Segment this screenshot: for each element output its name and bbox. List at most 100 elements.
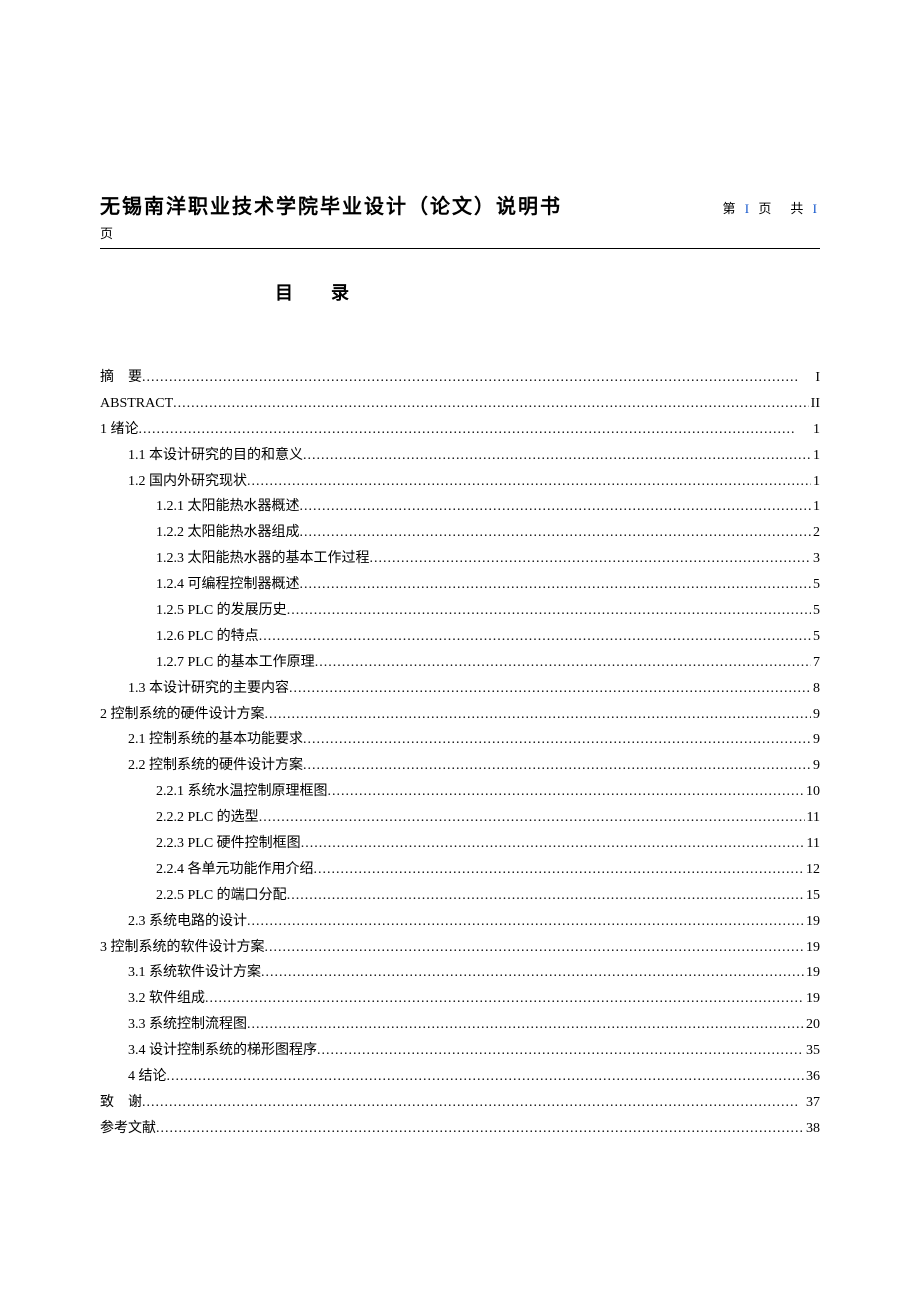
toc-entry-label: 1.2.7 PLC 的基本工作原理 (156, 650, 315, 676)
toc-entry-label: 1.2.1 太阳能热水器概述 (156, 494, 300, 520)
toc-entry-page: 9 (811, 753, 820, 779)
toc-entry-label: 2.2.5 PLC 的端口分配 (156, 883, 287, 909)
toc-leader-dots (303, 443, 811, 469)
toc-entry-label: 1.2.3 太阳能热水器的基本工作过程 (156, 546, 370, 572)
toc-entry-page: 5 (811, 598, 820, 624)
page-current: I (745, 201, 752, 216)
toc-entry-label: 1.2.2 太阳能热水器组成 (156, 520, 300, 546)
toc-entry-label: 1 绪论 (100, 417, 139, 443)
toc-title: 目 录 (275, 279, 820, 305)
toc-entry-label: 参考文献 (100, 1116, 156, 1142)
toc-entry-label: 致 谢 (100, 1090, 142, 1116)
toc-entry-page: 12 (804, 857, 820, 883)
toc-leader-dots (265, 702, 812, 728)
toc-entry-label: 1.1 本设计研究的目的和意义 (128, 443, 303, 469)
page-content: 无锡南洋职业技术学院毕业设计（论文）说明书 第 I 页 共 I 页 目 录 摘 … (100, 190, 820, 1142)
toc-leader-dots (139, 417, 812, 443)
toc-entry-page: 19 (804, 909, 820, 935)
toc-row: 1 绪论1 (100, 417, 820, 443)
toc-entry-label: 2.2.1 系统水温控制原理框图 (156, 779, 328, 805)
toc-row: 参考文献38 (100, 1116, 820, 1142)
toc-list: 摘 要IABSTRACTII1 绪论11.1 本设计研究的目的和意义11.2 国… (100, 365, 820, 1142)
toc-entry-label: 3.2 软件组成 (128, 986, 205, 1012)
toc-row: 致 谢37 (100, 1090, 820, 1116)
toc-entry-label: 2.2.4 各单元功能作用介绍 (156, 857, 314, 883)
toc-entry-page: 19 (804, 935, 820, 961)
toc-leader-dots (300, 494, 812, 520)
page-indicator: 第 I 页 共 I (723, 198, 820, 217)
toc-entry-page: 10 (804, 779, 820, 805)
toc-leader-dots (259, 624, 811, 650)
toc-row: 2.3 系统电路的设计19 (100, 909, 820, 935)
toc-row: 3.3 系统控制流程图 20 (100, 1012, 820, 1038)
toc-entry-page: 20 (804, 1012, 820, 1038)
toc-row: 1.2.4 可编程控制器概述 5 (100, 572, 820, 598)
toc-row: 2.2.2 PLC 的选型 11 (100, 805, 820, 831)
toc-leader-dots (265, 935, 805, 961)
toc-leader-dots (289, 676, 811, 702)
page-total: I (813, 201, 820, 216)
toc-row: 1.2.3 太阳能热水器的基本工作过程 3 (100, 546, 820, 572)
toc-row: 2.2 控制系统的硬件设计方案9 (100, 753, 820, 779)
toc-row: 3 控制系统的软件设计方案 19 (100, 935, 820, 961)
toc-entry-page: I (813, 365, 820, 391)
toc-entry-page: 11 (805, 831, 820, 857)
toc-entry-label: 2.2.2 PLC 的选型 (156, 805, 259, 831)
header-title: 无锡南洋职业技术学院毕业设计（论文）说明书 (100, 190, 562, 219)
toc-leader-dots (370, 546, 812, 572)
toc-entry-page: 3 (811, 546, 820, 572)
toc-entry-label: 1.2.6 PLC 的特点 (156, 624, 259, 650)
toc-entry-label: 2 控制系统的硬件设计方案 (100, 702, 265, 728)
toc-entry-page: 7 (811, 650, 820, 676)
toc-leader-dots (247, 469, 811, 495)
page-prefix: 第 (723, 201, 739, 216)
toc-leader-dots (156, 1116, 804, 1142)
toc-leader-dots (287, 598, 811, 624)
toc-row: 3.2 软件组成19 (100, 986, 820, 1012)
toc-leader-dots (142, 365, 813, 391)
toc-entry-page: 1 (811, 443, 820, 469)
toc-leader-dots (287, 883, 804, 909)
toc-leader-dots (300, 520, 812, 546)
toc-entry-label: 2.2.3 PLC 硬件控制框图 (156, 831, 301, 857)
toc-leader-dots (303, 753, 811, 779)
toc-leader-dots (173, 391, 809, 417)
document-header: 无锡南洋职业技术学院毕业设计（论文）说明书 第 I 页 共 I (100, 190, 820, 219)
toc-entry-label: 1.3 本设计研究的主要内容 (128, 676, 289, 702)
toc-row: 摘 要I (100, 365, 820, 391)
toc-entry-page: 5 (811, 572, 820, 598)
toc-entry-page: 8 (811, 676, 820, 702)
toc-row: 4 结论36 (100, 1064, 820, 1090)
toc-row: 1.2.2 太阳能热水器组成 2 (100, 520, 820, 546)
toc-entry-page: 1 (811, 494, 820, 520)
toc-entry-label: 1.2.4 可编程控制器概述 (156, 572, 300, 598)
toc-entry-label: ABSTRACT (100, 391, 173, 417)
toc-leader-dots (317, 1038, 804, 1064)
toc-entry-label: 4 结论 (128, 1064, 167, 1090)
toc-row: ABSTRACT II (100, 391, 820, 417)
toc-row: 2.2.1 系统水温控制原理框图 10 (100, 779, 820, 805)
toc-row: 1.2.7 PLC 的基本工作原理 7 (100, 650, 820, 676)
toc-entry-page: 19 (804, 960, 820, 986)
toc-entry-page: 2 (811, 520, 820, 546)
page-suffix: 页 (100, 223, 820, 242)
toc-leader-dots (301, 831, 805, 857)
toc-entry-page: 35 (804, 1038, 820, 1064)
toc-entry-page: 5 (811, 624, 820, 650)
toc-leader-dots (300, 572, 812, 598)
toc-entry-label: 2.1 控制系统的基本功能要求 (128, 727, 303, 753)
toc-leader-dots (247, 1012, 804, 1038)
toc-row: 1.2.6 PLC 的特点 5 (100, 624, 820, 650)
toc-row: 2.2.3 PLC 硬件控制框图 11 (100, 831, 820, 857)
toc-leader-dots (328, 779, 805, 805)
toc-leader-dots (142, 1090, 804, 1116)
toc-entry-page: 11 (805, 805, 820, 831)
toc-entry-label: 3.3 系统控制流程图 (128, 1012, 247, 1038)
toc-entry-page: II (809, 391, 820, 417)
toc-row: 1.1 本设计研究的目的和意义 1 (100, 443, 820, 469)
toc-entry-label: 3 控制系统的软件设计方案 (100, 935, 265, 961)
toc-entry-page: 1 (811, 469, 820, 495)
toc-leader-dots (167, 1064, 805, 1090)
toc-leader-dots (261, 960, 804, 986)
toc-leader-dots (247, 909, 804, 935)
